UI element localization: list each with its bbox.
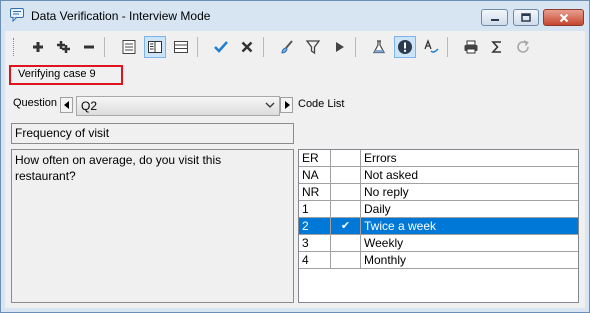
question-title: Frequency of visit bbox=[15, 126, 110, 140]
code-label-cell: Errors bbox=[364, 151, 397, 165]
close-button[interactable] bbox=[543, 9, 584, 26]
arrow-right-icon bbox=[284, 101, 290, 109]
question-text-box: How often on average, do you visit this … bbox=[11, 149, 294, 303]
chevron-down-icon bbox=[265, 102, 275, 108]
next-question-button[interactable] bbox=[280, 97, 293, 113]
warning-button[interactable] bbox=[394, 36, 416, 58]
status-text: Verifying case 9 bbox=[18, 68, 96, 80]
code-cell: 3 bbox=[299, 235, 331, 251]
data-verification-window: Data Verification - Interview Mode Verif… bbox=[0, 0, 590, 313]
question-text: How often on average, do you visit this … bbox=[15, 153, 222, 183]
filter-button[interactable] bbox=[302, 36, 324, 58]
status-box: Verifying case 9 bbox=[9, 65, 123, 85]
minimize-icon bbox=[490, 18, 499, 21]
code-list-row[interactable]: 3 Weekly bbox=[299, 235, 578, 252]
code-list-row[interactable]: ER Errors bbox=[299, 150, 578, 167]
add-button[interactable] bbox=[27, 36, 49, 58]
check-cell[interactable] bbox=[331, 201, 361, 217]
check-cell[interactable] bbox=[331, 252, 361, 268]
remove-icon bbox=[84, 45, 94, 49]
code-list-row[interactable]: 4 Monthly bbox=[299, 252, 578, 269]
arrow-left-icon bbox=[63, 101, 69, 109]
code-cell: 1 bbox=[299, 201, 331, 217]
form-view-icon bbox=[122, 40, 136, 54]
code-list-row-selected[interactable]: 2 ✔ Twice a week bbox=[299, 218, 578, 235]
sum-icon bbox=[491, 41, 501, 53]
print-button[interactable] bbox=[460, 36, 482, 58]
toolbar-separator bbox=[355, 37, 356, 57]
clear-brush-button[interactable] bbox=[276, 36, 298, 58]
close-icon bbox=[559, 13, 568, 22]
check-cell[interactable] bbox=[331, 235, 361, 251]
split-view-button[interactable] bbox=[144, 36, 166, 58]
toolbar-separator bbox=[104, 37, 105, 57]
code-cell: 4 bbox=[299, 252, 331, 268]
check-mark-icon[interactable]: ✔ bbox=[331, 218, 361, 234]
question-select[interactable]: Q2 bbox=[76, 96, 280, 116]
spell-check-icon bbox=[424, 39, 439, 53]
question-label: Question bbox=[13, 97, 58, 109]
sum-button[interactable] bbox=[486, 36, 508, 58]
grid-view-icon bbox=[174, 41, 188, 53]
grid-view-button[interactable] bbox=[170, 36, 192, 58]
clear-brush-icon bbox=[281, 40, 293, 54]
code-cell: 2 bbox=[299, 218, 331, 234]
code-label-cell: Weekly bbox=[364, 236, 404, 250]
toolbar-separator bbox=[263, 37, 264, 57]
content-area: Verifying case 9 Question Q2 Code List F… bbox=[5, 31, 585, 308]
code-cell: NA bbox=[299, 167, 331, 183]
refresh-icon bbox=[517, 40, 529, 53]
code-list[interactable]: ER Errors NA Not asked NR No reply 1 Dai… bbox=[298, 149, 579, 303]
maximize-icon bbox=[521, 13, 531, 22]
code-list-row[interactable]: NA Not asked bbox=[299, 167, 578, 184]
run-button[interactable] bbox=[328, 36, 350, 58]
minimize-button[interactable] bbox=[481, 9, 508, 26]
add-multiple-button[interactable] bbox=[52, 36, 74, 58]
form-view-button[interactable] bbox=[118, 36, 140, 58]
window-title: Data Verification - Interview Mode bbox=[31, 9, 211, 23]
check-cell[interactable] bbox=[331, 167, 361, 183]
add-icon bbox=[33, 42, 43, 52]
code-cell: NR bbox=[299, 184, 331, 200]
check-cell[interactable] bbox=[331, 184, 361, 200]
previous-question-button[interactable] bbox=[60, 97, 73, 113]
toolbar-separator bbox=[447, 37, 448, 57]
warning-icon bbox=[398, 40, 412, 54]
reject-icon bbox=[241, 41, 253, 53]
toolbar-separator bbox=[197, 37, 198, 57]
speech-bubble-icon bbox=[10, 8, 24, 23]
run-icon bbox=[336, 42, 344, 52]
accept-icon bbox=[214, 41, 228, 53]
accept-button[interactable] bbox=[210, 36, 232, 58]
spell-check-button[interactable] bbox=[420, 36, 442, 58]
code-label-cell: No reply bbox=[364, 185, 409, 199]
refresh-button[interactable] bbox=[512, 36, 534, 58]
flask-icon bbox=[373, 40, 385, 54]
code-list-row[interactable]: NR No reply bbox=[299, 184, 578, 201]
code-label-cell: Monthly bbox=[364, 253, 407, 267]
code-cell: ER bbox=[299, 150, 331, 166]
print-icon bbox=[464, 40, 478, 54]
code-label-cell: Twice a week bbox=[364, 219, 437, 233]
toolbar-grip[interactable] bbox=[13, 38, 17, 56]
check-cell[interactable] bbox=[331, 150, 361, 166]
code-label-cell: Not asked bbox=[364, 168, 419, 182]
code-label-cell: Daily bbox=[364, 202, 391, 216]
reject-button[interactable] bbox=[236, 36, 258, 58]
remove-button[interactable] bbox=[78, 36, 100, 58]
code-list-row[interactable]: 1 Daily bbox=[299, 201, 578, 218]
question-select-value: Q2 bbox=[81, 99, 98, 113]
toolbar bbox=[5, 31, 585, 62]
split-view-icon bbox=[148, 41, 162, 53]
code-list-label: Code List bbox=[298, 98, 345, 110]
flask-button[interactable] bbox=[368, 36, 390, 58]
maximize-button[interactable] bbox=[513, 9, 539, 26]
question-title-box: Frequency of visit bbox=[11, 123, 294, 144]
title-bar: Data Verification - Interview Mode bbox=[1, 1, 589, 31]
filter-icon bbox=[305, 40, 321, 55]
add-multiple-icon bbox=[57, 41, 70, 53]
